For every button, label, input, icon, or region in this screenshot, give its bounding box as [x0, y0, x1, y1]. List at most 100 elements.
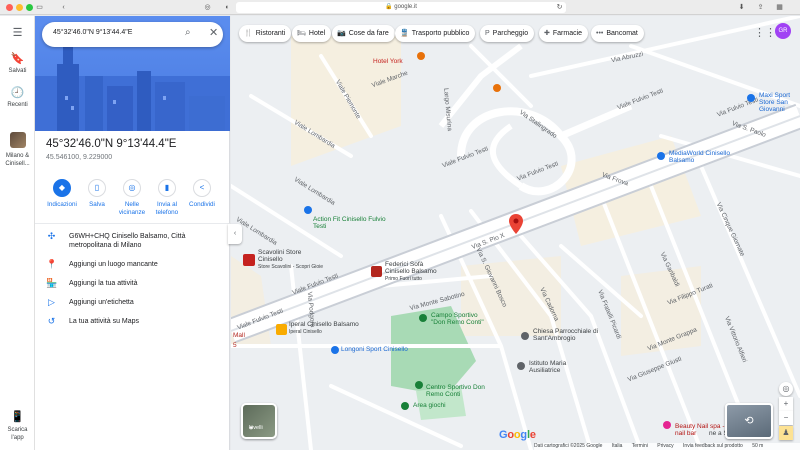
poi-lato[interactable]: 5	[233, 342, 237, 349]
poi-iperal[interactable]: Iperal Cinisello Balsamo	[289, 321, 359, 328]
save-button[interactable]: ▯ Salva	[79, 179, 115, 209]
poi-mall[interactable]: Mall	[233, 332, 245, 339]
search-input[interactable]: 45°32'46.0"N 9°13'44.4"E	[53, 29, 132, 36]
url-text: google.it	[394, 4, 417, 10]
close-icon[interactable]: ✕	[209, 26, 218, 39]
history-icon: ↺	[47, 316, 56, 326]
send-to-phone-button[interactable]: ▮ Invia al telefono	[149, 179, 185, 217]
poi-mediaworld[interactable]: MediaWorld Cinisello Balsamo	[669, 150, 739, 164]
gym-marker-icon[interactable]	[304, 206, 312, 214]
feedback-link[interactable]: Invia feedback sul prodotto	[683, 443, 743, 449]
rail-recent-place[interactable]: Milano & Cinisell...	[0, 132, 35, 168]
decimal-coordinates: 45.546100, 9.229000	[46, 154, 113, 161]
sidebar-toggle-icon[interactable]: ▭	[34, 2, 45, 13]
poi-scavolini-sub: Store Scavolini - Scopri Gioie	[258, 264, 324, 270]
poi-centro-sportivo[interactable]: Centro Sportivo Don Remo Conti	[426, 384, 486, 398]
back-icon[interactable]: ‹	[58, 2, 69, 13]
layers-button[interactable]: ◈ Livelli	[241, 403, 277, 439]
shop-marker-icon[interactable]	[747, 94, 755, 102]
tabs-overview-icon[interactable]: ▦	[774, 2, 785, 13]
chip-label: Trasporto pubblico	[411, 30, 470, 37]
poi-chiesa[interactable]: Chiesa Parrocchiale di Sant'Ambrogio	[533, 328, 608, 342]
country-link[interactable]: Italia	[612, 443, 623, 449]
hotel-marker-icon[interactable]	[417, 52, 425, 60]
reload-icon[interactable]: ↻	[554, 2, 565, 13]
street-view-thumbnail[interactable]: ⟲	[725, 403, 773, 439]
poi-hotel-york[interactable]: Hotel York	[373, 58, 403, 65]
share-button[interactable]: < Condividi	[184, 179, 220, 209]
terms-link[interactable]: Termini	[632, 443, 648, 449]
place-panel: 45°32'46.0"N 9°13'44.4"E ⌕ ✕ 45°32'46.0"…	[35, 16, 230, 450]
menu-button[interactable]: ☰	[0, 26, 35, 42]
map-data-credit: Dati cartografici ©2025 Google	[534, 443, 603, 449]
zoom-window-button[interactable]	[26, 4, 33, 11]
my-location-button[interactable]: ◎	[779, 382, 793, 396]
chip-parking[interactable]: P Parcheggio	[480, 25, 535, 42]
sport-marker-icon[interactable]	[419, 314, 427, 322]
poi-area-giochi[interactable]: Area giochi	[413, 402, 446, 409]
fork-knife-icon: 🍴	[244, 30, 253, 37]
train-icon: 🚆	[400, 30, 409, 37]
share-icon[interactable]: ⇪	[755, 2, 766, 13]
chip-atm[interactable]: ••• Bancomat	[591, 25, 644, 42]
chip-hotels[interactable]: 🛏 Hotel	[292, 25, 332, 42]
divider	[35, 223, 230, 224]
playground-marker-icon[interactable]	[401, 402, 409, 410]
restaurant-marker-icon[interactable]	[493, 84, 501, 92]
poi-ausiliatrice[interactable]: Istituto Maria Ausiliatrice	[529, 360, 599, 374]
scale-bar[interactable]: 50 m	[752, 443, 763, 449]
chip-pharmacies[interactable]: ✚ Farmacie	[539, 25, 589, 42]
hero-illustration: 45°32'46.0"N 9°13'44.4"E ⌕ ✕	[35, 16, 230, 131]
lock-icon: 🔒	[385, 4, 393, 10]
map-canvas[interactable]: 🍴 Ristoranti 🛏 Hotel 📷 Cose da fare 🚆 Traspo…	[231, 16, 800, 450]
reader-icon[interactable]: ◐	[222, 2, 233, 13]
privacy-link[interactable]: Privacy	[657, 443, 673, 449]
poi-federici[interactable]: Federici Sofà Cinisello Balsamo	[385, 261, 445, 275]
avatar[interactable]: GR	[775, 23, 791, 39]
google-logo: Google	[499, 429, 536, 441]
rail-saved[interactable]: 🔖 Salvati	[0, 52, 35, 74]
bookmark-icon: 🔖	[10, 53, 25, 65]
address-bar[interactable]: 🔒 google.it	[236, 2, 566, 13]
chevron-left-icon: ‹	[233, 230, 237, 237]
location-pin-icon[interactable]	[509, 214, 523, 234]
rail-recent[interactable]: 🕘 Recenti	[0, 86, 35, 108]
church-marker-icon[interactable]	[521, 332, 529, 340]
chip-things-to-do[interactable]: 📷 Cose da fare	[332, 25, 395, 42]
shop-marker-icon[interactable]	[331, 346, 339, 354]
download-icon[interactable]: ⬇	[736, 2, 747, 13]
add-label-text: Aggiungi un'etichetta	[69, 299, 134, 306]
chip-transit[interactable]: 🚆 Trasporto pubblico	[395, 25, 476, 42]
shield-icon[interactable]: ◎	[202, 2, 213, 13]
nearby-icon: ◎	[123, 179, 141, 197]
collapse-panel-button[interactable]: ‹	[228, 224, 242, 244]
directions-button[interactable]: ◆ Indicazioni	[44, 179, 80, 209]
pegman-button[interactable]: ♟	[779, 426, 793, 440]
bookmark-icon: ▯	[88, 179, 106, 197]
minimize-window-button[interactable]	[16, 4, 23, 11]
rail-download-label: Scarica l'app	[7, 427, 28, 441]
rail-recent-place-label: Milano & Cinisell...	[5, 153, 30, 167]
search-box[interactable]: 45°32'46.0"N 9°13'44.4"E ⌕ ✕	[42, 22, 223, 47]
poi-longoni[interactable]: Longoni Sport Cinisello	[341, 346, 408, 353]
poi-maxi-sport[interactable]: Maxi Sport Store San Giovanni	[759, 92, 799, 113]
google-apps-icon[interactable]: ⋮⋮	[754, 26, 776, 39]
sport-marker-icon[interactable]	[415, 381, 423, 389]
rail-download-app[interactable]: 📱 Scarica l'app	[0, 410, 35, 442]
add-missing-place-text: Aggiungi un luogo mancante	[69, 261, 158, 268]
school-marker-icon[interactable]	[517, 362, 525, 370]
nearby-button[interactable]: ◎ Nelle vicinanze	[114, 179, 150, 217]
poi-federici-sub: Primo Fuori tutto	[385, 276, 422, 282]
close-window-button[interactable]	[6, 4, 13, 11]
zoom-in-button[interactable]: +	[779, 397, 793, 411]
shop-marker-icon[interactable]	[657, 152, 665, 160]
poi-campo-sportivo[interactable]: Campo Sportivo "Don Remo Conti"	[431, 312, 491, 326]
beauty-marker-icon[interactable]	[663, 421, 671, 429]
poi-scavolini[interactable]: Scavolini Store Cinisello	[258, 249, 313, 263]
search-icon[interactable]: ⌕	[185, 27, 191, 38]
chip-restaurants[interactable]: 🍴 Ristoranti	[239, 25, 292, 42]
share-icon: <	[193, 179, 211, 197]
zoom-out-button[interactable]: −	[779, 411, 793, 425]
chip-label: Bancomat	[606, 30, 638, 37]
poi-action-fit[interactable]: Action Fit Cinisello Fulvio Testi	[313, 216, 393, 230]
